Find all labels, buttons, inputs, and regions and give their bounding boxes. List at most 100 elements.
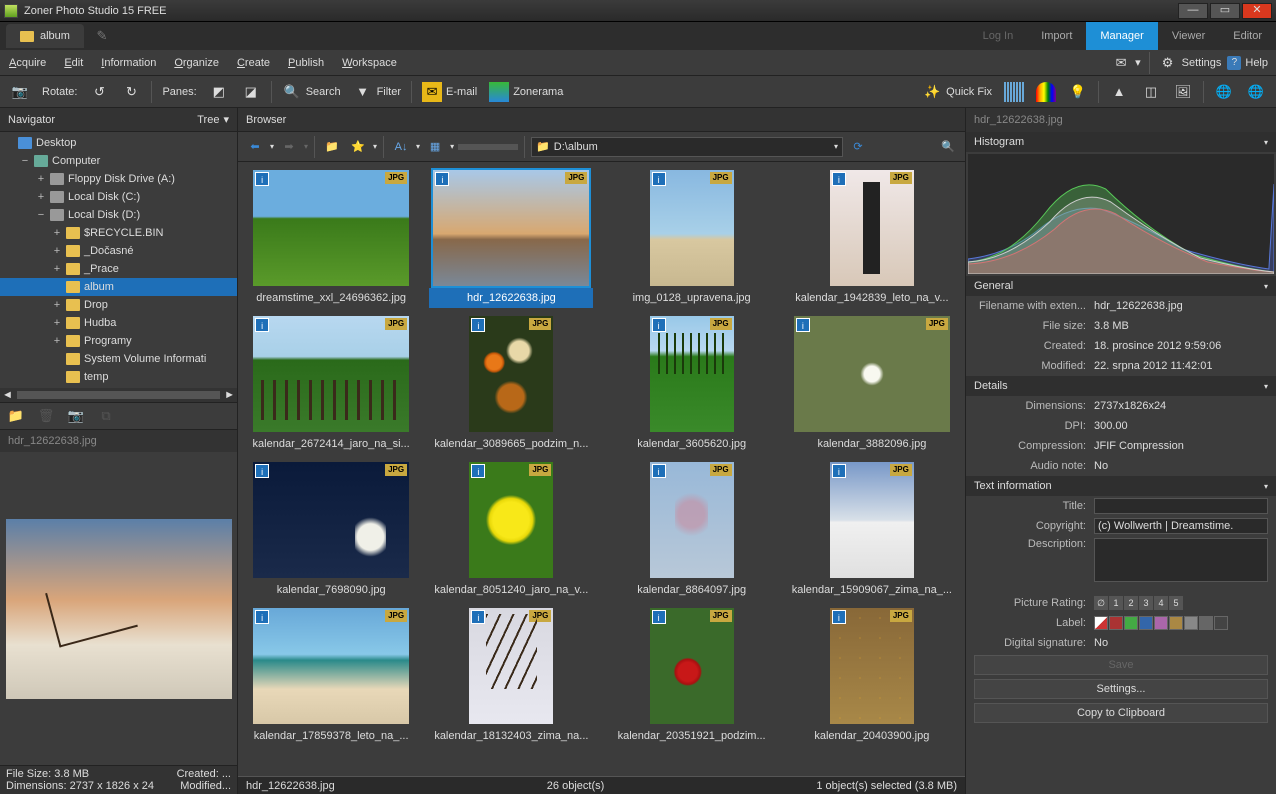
tree-item[interactable]: +Floppy Disk Drive (A:): [0, 170, 237, 188]
document-tab-album[interactable]: album: [6, 24, 84, 48]
rating-control[interactable]: ∅12345: [1094, 596, 1268, 610]
fav-button[interactable]: ⭐: [347, 136, 369, 158]
description-input[interactable]: [1094, 538, 1268, 582]
thumbnail[interactable]: iJPGhdr_12622638.jpg: [424, 168, 598, 308]
web-add-button[interactable]: 🌐: [1210, 80, 1238, 104]
details-header[interactable]: Details▾: [966, 376, 1276, 396]
pane-2-button[interactable]: ◪: [237, 80, 265, 104]
sort-button[interactable]: A↓: [390, 136, 412, 158]
basket-icon[interactable]: 🗑: [36, 406, 56, 426]
tree-mode-dropdown[interactable]: Tree: [197, 114, 219, 126]
histogram-header[interactable]: Histogram▾: [966, 132, 1276, 152]
mode-import[interactable]: Import: [1027, 22, 1086, 50]
tree-item[interactable]: +_Dočasné: [0, 242, 237, 260]
close-button[interactable]: ✕: [1242, 3, 1272, 19]
thumbnail[interactable]: iJPGimg_0128_upravena.jpg: [605, 168, 779, 308]
menu-create[interactable]: Create: [228, 57, 279, 69]
web-button[interactable]: 🌐: [1242, 80, 1270, 104]
light-button[interactable]: 💡: [1064, 80, 1092, 104]
tree-item[interactable]: temp: [0, 368, 237, 386]
menu-publish[interactable]: Publish: [279, 57, 333, 69]
menu-organize[interactable]: Organize: [165, 57, 228, 69]
thumbnail[interactable]: iJPGkalendar_1942839_leto_na_v...: [785, 168, 959, 308]
levels-button[interactable]: [1000, 80, 1028, 104]
curves-button[interactable]: [1032, 80, 1060, 104]
up-button[interactable]: 📁: [321, 136, 343, 158]
email-button[interactable]: ✉E-mail: [418, 80, 481, 104]
menu-information[interactable]: Information: [92, 57, 165, 69]
thumbnail[interactable]: iJPGkalendar_8864097.jpg: [605, 460, 779, 600]
pane-1-button[interactable]: ◩: [205, 80, 233, 104]
thumbnail[interactable]: iJPGkalendar_3882096.jpg: [785, 314, 959, 454]
forward-button[interactable]: ➡: [278, 136, 300, 158]
thumbnail[interactable]: iJPGdreamstime_xxl_24696362.jpg: [244, 168, 418, 308]
view-button[interactable]: ▦: [424, 136, 446, 158]
rotate-left-button[interactable]: ↺: [85, 80, 113, 104]
copy-clipboard-button[interactable]: Copy to Clipboard: [974, 703, 1268, 723]
zoom-slider[interactable]: [458, 144, 518, 150]
edit-button[interactable]: 🖼: [1169, 80, 1197, 104]
thumbnail[interactable]: iJPGkalendar_20403900.jpg: [785, 606, 959, 746]
sharpen-button[interactable]: ▲: [1105, 80, 1133, 104]
resize-button[interactable]: ◫: [1137, 80, 1165, 104]
tree-item[interactable]: +_Prace: [0, 260, 237, 278]
textinfo-header[interactable]: Text information▾: [966, 476, 1276, 496]
minimize-button[interactable]: —: [1178, 3, 1208, 19]
menu-acquire[interactable]: Acquire: [0, 57, 55, 69]
tree-item[interactable]: −Computer: [0, 152, 237, 170]
image-icon: 🖼: [1173, 82, 1193, 102]
rotate-right-button[interactable]: ↻: [117, 80, 145, 104]
tree-item[interactable]: +Drop: [0, 296, 237, 314]
back-button[interactable]: ⬅: [244, 136, 266, 158]
mode-manager[interactable]: Manager: [1086, 22, 1157, 50]
menu-workspace[interactable]: Workspace: [333, 57, 406, 69]
compare-icon[interactable]: ⧉: [96, 406, 116, 426]
settings-button[interactable]: Settings...: [974, 679, 1268, 699]
zonerama-button[interactable]: Zonerama: [485, 80, 567, 104]
messages-dropdown[interactable]: ✉▾: [1111, 53, 1141, 73]
tree-item[interactable]: +$RECYCLE.BIN: [0, 224, 237, 242]
general-header[interactable]: General▾: [966, 276, 1276, 296]
camera-shortcut-icon[interactable]: 📷: [66, 406, 86, 426]
thumbnail[interactable]: iJPGkalendar_2672414_jaro_na_si...: [244, 314, 418, 454]
thumbnail-grid[interactable]: iJPGdreamstime_xxl_24696362.jpgiJPGhdr_1…: [238, 162, 965, 776]
thumbnail[interactable]: iJPGkalendar_15909067_zima_na_...: [785, 460, 959, 600]
mode-editor[interactable]: Editor: [1219, 22, 1276, 50]
tree-item[interactable]: +Local Disk (C:): [0, 188, 237, 206]
tree-item[interactable]: +Hudba: [0, 314, 237, 332]
thumbnail[interactable]: iJPGkalendar_8051240_jaro_na_v...: [424, 460, 598, 600]
thumbnail[interactable]: iJPGkalendar_7698090.jpg: [244, 460, 418, 600]
label-control[interactable]: [1094, 616, 1268, 630]
tree-item[interactable]: +Programy: [0, 332, 237, 350]
tree-scrollbar[interactable]: ◄►: [0, 388, 237, 402]
path-input[interactable]: 📁 D:\album ▾: [531, 137, 843, 157]
tree-item[interactable]: System Volume Informati: [0, 350, 237, 368]
copyright-input[interactable]: [1094, 518, 1268, 534]
help-link[interactable]: ?Help: [1227, 56, 1268, 70]
thumbnail[interactable]: iJPGkalendar_17859378_leto_na_...: [244, 606, 418, 746]
folder-tree[interactable]: Desktop−Computer+Floppy Disk Drive (A:)+…: [0, 132, 237, 388]
tree-item[interactable]: Desktop: [0, 134, 237, 152]
path-dropdown-icon[interactable]: ▾: [834, 142, 838, 151]
thumbnail[interactable]: iJPGkalendar_3089665_podzim_n...: [424, 314, 598, 454]
new-tab-button[interactable]: ✎: [92, 26, 112, 46]
refresh-button[interactable]: ⟳: [847, 136, 869, 158]
filter-button[interactable]: ▼Filter: [349, 80, 405, 104]
login-link[interactable]: Log In: [969, 22, 1028, 50]
maximize-button[interactable]: ▭: [1210, 3, 1240, 19]
thumbnail[interactable]: iJPGkalendar_3605620.jpg: [605, 314, 779, 454]
thumbnail[interactable]: iJPGkalendar_20351921_podzim...: [605, 606, 779, 746]
acquire-tool[interactable]: 📷: [6, 80, 34, 104]
mode-viewer[interactable]: Viewer: [1158, 22, 1219, 50]
title-input[interactable]: [1094, 498, 1268, 514]
search-button[interactable]: 🔍Search: [278, 80, 345, 104]
favorites-icon[interactable]: 📁: [6, 406, 26, 426]
tree-item[interactable]: album: [0, 278, 237, 296]
quickfix-button[interactable]: ✨Quick Fix: [918, 80, 996, 104]
thumbnail[interactable]: iJPGkalendar_18132403_zima_na...: [424, 606, 598, 746]
menu-edit[interactable]: Edit: [55, 57, 92, 69]
preview-image[interactable]: [6, 519, 232, 699]
tree-item[interactable]: −Local Disk (D:): [0, 206, 237, 224]
settings-link[interactable]: ⚙Settings: [1158, 53, 1222, 73]
search-field-button[interactable]: 🔍: [937, 136, 959, 158]
